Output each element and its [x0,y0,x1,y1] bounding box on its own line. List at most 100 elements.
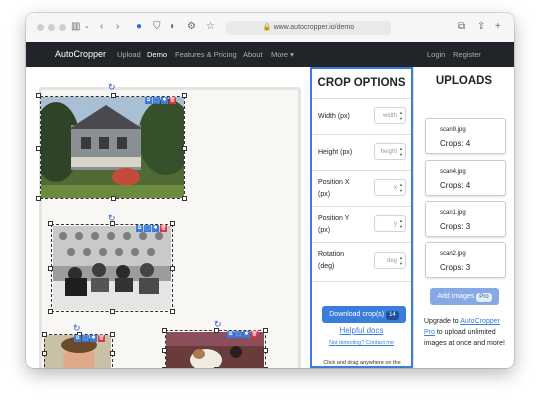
resize-handle[interactable] [263,367,268,368]
close-window-button[interactable] [37,24,44,31]
position-x-input[interactable]: x ▲ ▼ [374,179,406,196]
duplicate-icon[interactable]: ⧉ [74,335,81,342]
resize-handle[interactable] [162,328,168,334]
fit-icon[interactable]: ⬚ [82,335,89,342]
helpful-docs-link[interactable]: Helpful docs [312,326,411,335]
trash-icon[interactable]: 🗑 [251,331,258,338]
maximize-window-button[interactable] [59,24,66,31]
position-y-input[interactable]: y ▲ ▼ [374,215,406,232]
resize-handle[interactable] [213,328,219,334]
resize-handle[interactable] [47,221,53,227]
trash-icon[interactable]: 🗑 [160,225,167,232]
rotate-handle-icon[interactable]: ↻ [214,320,222,329]
duplicate-icon[interactable]: ⧉ [227,331,234,338]
resize-handle[interactable] [182,196,187,201]
brand-logo[interactable]: AutoCropper [55,49,106,59]
settings-icon[interactable]: ✱ [152,225,159,232]
resize-handle[interactable] [41,332,47,338]
nav-link-demo[interactable]: Demo [147,50,167,59]
rotate-handle-icon[interactable]: ↻ [108,214,116,223]
position-x-label: Position X (px) [318,179,350,198]
nav-link-upload[interactable]: Upload [117,50,141,59]
field-row-rotation: Rotation (deg) deg ▲ ▼ [312,242,411,282]
rotation-label: Rotation (deg) [318,251,345,270]
trash-icon[interactable]: 🗑 [98,335,105,342]
resize-handle[interactable] [162,367,168,368]
share-icon[interactable]: ⇪ [477,20,485,34]
resize-handle[interactable] [162,348,168,353]
settings-icon[interactable]: ✱ [90,335,97,342]
duplicate-icon[interactable]: ⧉ [145,97,152,104]
upload-card[interactable]: scan2.jpg Crops: 3 [425,242,506,278]
crop-controls-2: ⧉ ⬚ ✱ 🗑 [136,225,167,232]
rotate-handle-icon[interactable]: ↻ [108,83,116,92]
resize-handle[interactable] [170,266,175,271]
forward-arrow-icon[interactable]: › [116,20,119,34]
spinner-arrows-icon[interactable]: ▲ ▼ [399,146,403,158]
resize-handle[interactable] [47,266,53,271]
spinner-arrows-icon[interactable]: ▲ ▼ [399,255,403,267]
new-tab-icon[interactable]: + [495,20,501,34]
half-circle-icon[interactable]: ◐ [170,20,176,34]
spinner-arrows-icon[interactable]: ▲ ▼ [399,218,403,230]
crop-box-1[interactable] [36,92,187,201]
duplicate-icon[interactable]: ⧉ [136,225,143,232]
upload-card[interactable]: scan4.jpg Crops: 4 [425,160,506,196]
contact-link[interactable]: Not detecting? Contact me [312,340,411,346]
resize-handle[interactable] [110,92,116,98]
nav-link-login[interactable]: Login [427,50,445,59]
crop-controls-3: ⧉ ⬚ ✱ 🗑 [74,335,105,342]
rotate-handle-icon[interactable]: ↻ [73,324,81,333]
nav-link-features-pricing[interactable]: Features & Pricing [175,50,237,59]
crop-box-2[interactable] [47,221,175,314]
back-arrow-icon[interactable]: ‹ [100,20,103,34]
sidebar-icon[interactable]: ▥ [71,20,80,34]
crop-canvas[interactable]: ↻ ⧉ ⬚ ✱ 🗑 ↻ ⧉ ⬚ ✱ 🗑 ↻ ⧉ ⬚ ✱ 🗑 ↻ ⧉ ⬚ ✱ 🗑 [26,67,310,368]
fit-icon[interactable]: ⬚ [235,331,242,338]
add-images-button[interactable]: Add images Pro [430,288,499,305]
resize-handle[interactable] [47,309,53,314]
upload-filename: scan2.jpg [440,251,466,257]
nav-link-more-dropdown[interactable]: More ▾ [271,50,294,59]
minimize-window-button[interactable] [48,24,55,31]
upload-card[interactable]: scan1.jpg Crops: 3 [425,201,506,237]
resize-handle[interactable] [213,367,219,368]
gear-icon[interactable]: ⚙ [187,20,196,34]
resize-handle[interactable] [263,348,268,353]
nav-link-about[interactable]: About [243,50,263,59]
upload-card[interactable]: scan9.jpg Crops: 4 [425,118,506,154]
extension-icon[interactable]: ● [136,20,142,34]
resize-handle[interactable] [110,196,116,201]
resize-handle[interactable] [36,196,42,201]
chevron-down-icon[interactable]: ⌄ [84,20,90,34]
settings-icon[interactable]: ✱ [161,97,168,104]
resize-handle[interactable] [110,351,115,356]
settings-icon[interactable]: ✱ [243,331,250,338]
resize-handle[interactable] [263,328,268,334]
height-input[interactable]: height ▲ ▼ [374,143,406,160]
width-input[interactable]: width ▲ ▼ [374,107,406,124]
resize-handle[interactable] [170,221,175,227]
trash-icon[interactable]: 🗑 [169,97,176,104]
resize-handle[interactable] [41,351,47,356]
fit-icon[interactable]: ⬚ [153,97,160,104]
fit-icon[interactable]: ⬚ [144,225,151,232]
shield-icon[interactable]: ⛉ [153,20,161,34]
nav-link-register[interactable]: Register [453,50,481,59]
translate-icon[interactable]: ⧉ [458,20,465,34]
address-bar[interactable]: 🔒 www.autocropper.io/demo [226,21,391,35]
rotation-input[interactable]: deg ▲ ▼ [374,252,406,269]
star-icon[interactable]: ☆ [206,20,215,34]
site-navbar: AutoCropper Upload Demo Features & Prici… [26,42,514,67]
add-images-label: Add images [437,293,475,300]
resize-handle[interactable] [36,145,42,151]
resize-handle[interactable] [36,92,42,98]
resize-handle[interactable] [182,145,187,151]
resize-handle[interactable] [110,332,115,338]
download-crops-button[interactable]: Download crop(s) 14 [322,306,406,323]
resize-handle[interactable] [110,309,115,314]
resize-handle[interactable] [170,309,175,314]
spinner-arrows-icon[interactable]: ▲ ▼ [399,110,403,122]
spinner-arrows-icon[interactable]: ▲ ▼ [399,182,403,194]
resize-handle[interactable] [182,92,187,98]
